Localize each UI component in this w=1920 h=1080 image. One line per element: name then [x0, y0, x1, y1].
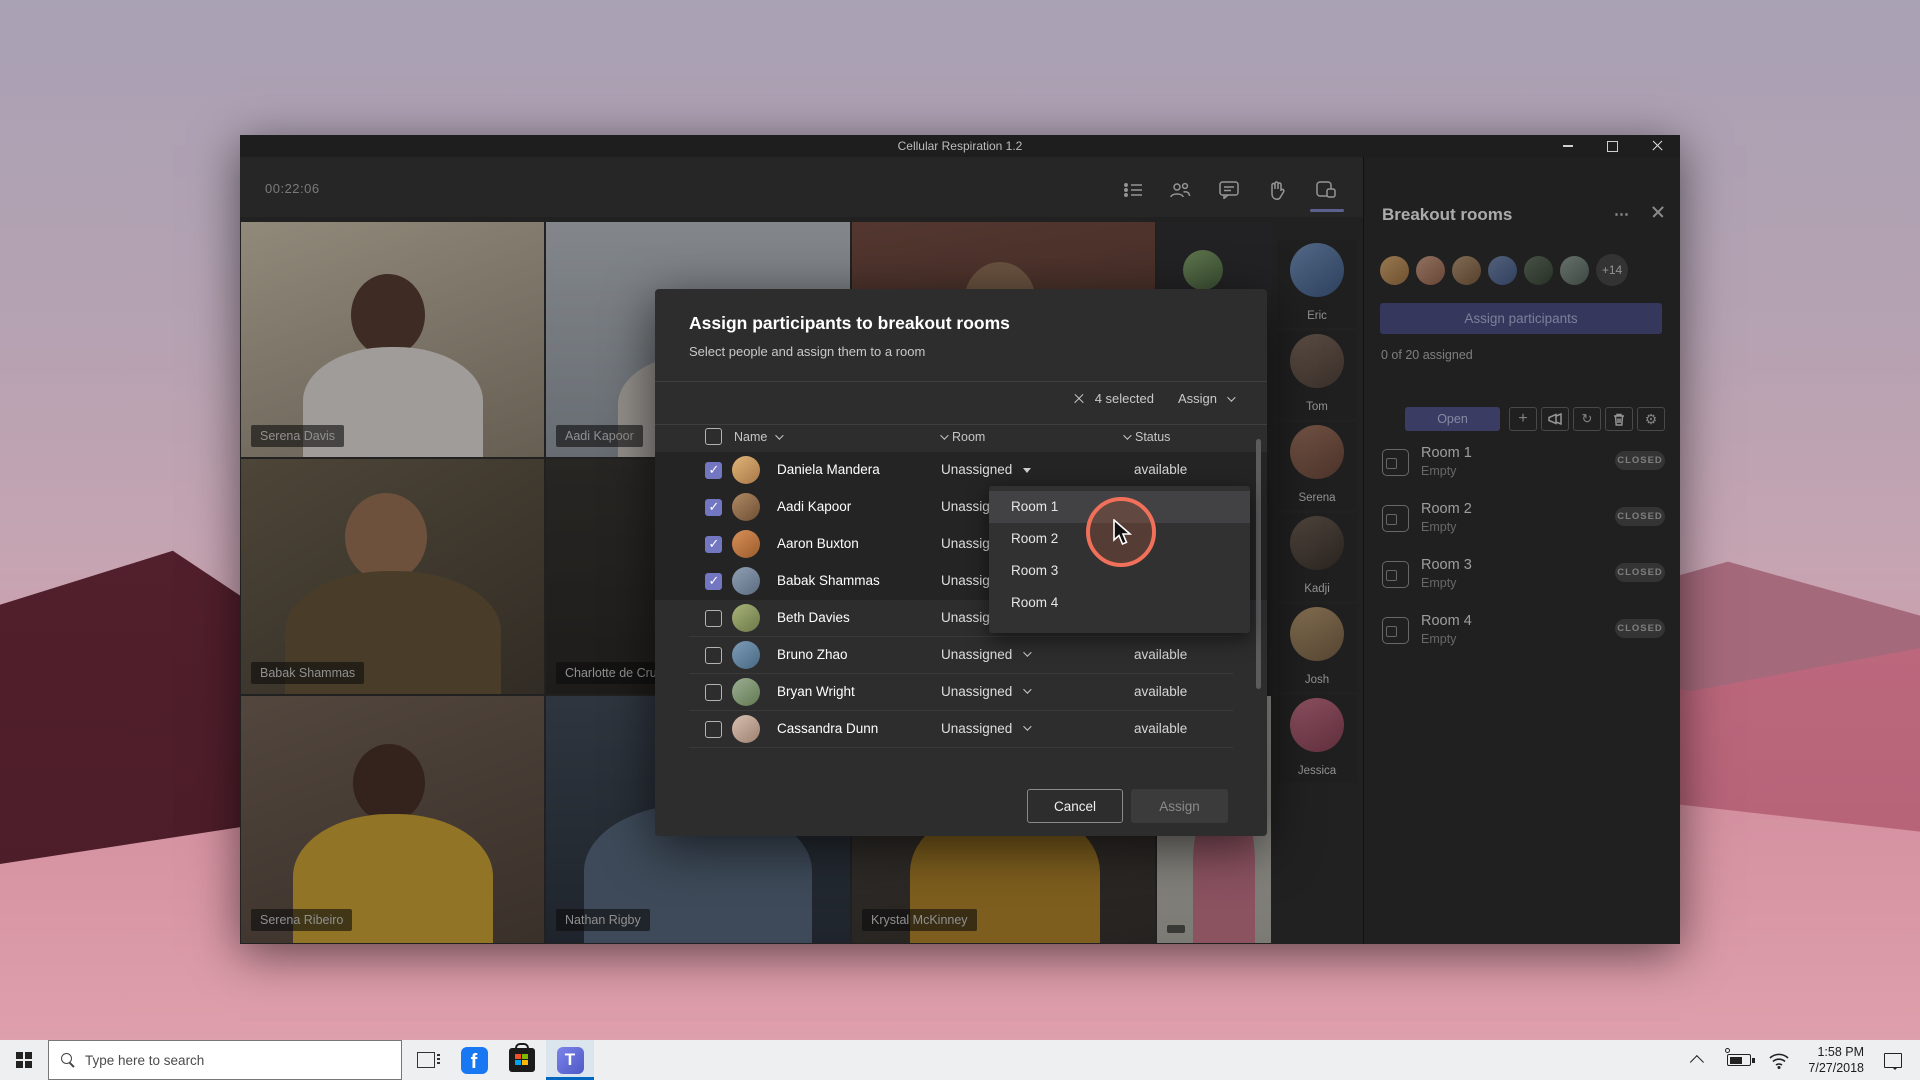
- participant-row[interactable]: Daniela Mandera Unassigned available: [655, 452, 1267, 489]
- avatar: [732, 493, 760, 521]
- participant-row[interactable]: Bruno Zhao Unassigned available: [655, 637, 1267, 674]
- teams-meeting-window: Cellular Respiration 1.2 00:22:06 Serena…: [240, 135, 1680, 944]
- row-checkbox[interactable]: [705, 573, 722, 590]
- search-placeholder: Type here to search: [85, 1052, 205, 1068]
- divider: [655, 381, 1267, 382]
- tray-time: 1:58 PM: [1817, 1045, 1864, 1059]
- room-select[interactable]: Unassigned: [941, 647, 1012, 662]
- row-checkbox[interactable]: [705, 610, 722, 627]
- avatar: [732, 567, 760, 595]
- chevron-down-icon: [1227, 392, 1236, 402]
- column-header-name[interactable]: Name: [734, 430, 785, 444]
- row-checkbox[interactable]: [705, 536, 722, 553]
- chevron-down-icon: [1023, 722, 1032, 731]
- column-header-room[interactable]: Room: [940, 430, 985, 444]
- network-tray-icon[interactable]: [1762, 1040, 1796, 1080]
- task-view-button[interactable]: [402, 1040, 450, 1080]
- dialog-title: Assign participants to breakout rooms: [689, 313, 1010, 333]
- start-button[interactable]: [0, 1040, 48, 1080]
- wifi-icon: [1769, 1053, 1789, 1069]
- taskbar-teams[interactable]: T: [546, 1040, 594, 1080]
- table-scrollbar[interactable]: [1256, 439, 1261, 689]
- chevron-down-icon: [1023, 648, 1032, 657]
- taskbar-search[interactable]: Type here to search: [48, 1040, 402, 1080]
- search-icon: [61, 1053, 75, 1067]
- avatar: [732, 641, 760, 669]
- hidden-icons-chevron[interactable]: [1682, 1040, 1716, 1080]
- select-all-checkbox[interactable]: [705, 428, 722, 445]
- chevron-down-icon: [1023, 685, 1032, 694]
- participant-row[interactable]: Cassandra Dunn Unassigned available: [655, 711, 1267, 748]
- window-titlebar[interactable]: Cellular Respiration 1.2: [240, 135, 1680, 157]
- caret-down-icon: [1023, 468, 1031, 473]
- avatar: [732, 456, 760, 484]
- tray-date: 7/27/2018: [1808, 1061, 1864, 1075]
- room-select[interactable]: Unassigned: [941, 462, 1012, 477]
- row-checkbox[interactable]: [705, 647, 722, 664]
- status-text: available: [1134, 647, 1188, 662]
- windows-logo-icon: [16, 1052, 32, 1068]
- teams-icon: T: [556, 1046, 584, 1074]
- cancel-button[interactable]: Cancel: [1027, 789, 1123, 823]
- maximize-button[interactable]: [1590, 135, 1635, 157]
- avatar: [732, 530, 760, 558]
- row-checkbox[interactable]: [705, 684, 722, 701]
- avatar: [732, 678, 760, 706]
- status-text: available: [1134, 721, 1188, 736]
- battery-icon: [1725, 1048, 1756, 1066]
- battery-tray-icon[interactable]: [1722, 1040, 1756, 1080]
- taskbar-clock[interactable]: 1:58 PM 7/27/2018: [1802, 1044, 1870, 1076]
- dialog-subtitle: Select people and assign them to a room: [689, 344, 926, 359]
- action-center-button[interactable]: [1876, 1040, 1910, 1080]
- assign-button[interactable]: Assign: [1131, 789, 1228, 823]
- chevron-down-icon: [775, 431, 785, 440]
- mouse-cursor: [1112, 518, 1138, 552]
- room-select[interactable]: Unassigned: [941, 721, 1012, 736]
- selected-count: 4 selected: [1094, 391, 1154, 406]
- taskbar-store[interactable]: [498, 1040, 546, 1080]
- task-view-icon: [417, 1052, 440, 1068]
- window-title: Cellular Respiration 1.2: [897, 139, 1023, 153]
- windows-taskbar: Type here to search f T 1:58 PM 7/27/201…: [0, 1040, 1920, 1080]
- facebook-icon: f: [460, 1046, 488, 1074]
- room-select[interactable]: Unassigned: [941, 684, 1012, 699]
- microsoft-store-icon: [509, 1043, 535, 1072]
- table-header: Name Room Status: [655, 425, 1267, 452]
- row-checkbox[interactable]: [705, 721, 722, 738]
- close-button[interactable]: [1635, 135, 1680, 157]
- meeting-content: 00:22:06 ⋯: [240, 157, 1680, 944]
- chevron-down-icon: [1123, 431, 1132, 440]
- status-text: available: [1134, 462, 1188, 477]
- dropdown-option[interactable]: Room 4: [989, 587, 1250, 619]
- taskbar-facebook[interactable]: f: [450, 1040, 498, 1080]
- row-checkbox[interactable]: [705, 499, 722, 516]
- column-header-status[interactable]: Status: [1123, 430, 1170, 444]
- desktop: Cellular Respiration 1.2 00:22:06 Serena…: [0, 0, 1920, 1080]
- clear-selection-icon[interactable]: [1073, 393, 1085, 405]
- notification-icon: [1884, 1052, 1902, 1070]
- participant-row[interactable]: Bryan Wright Unassigned available: [655, 674, 1267, 711]
- avatar: [732, 604, 760, 632]
- row-checkbox[interactable]: [705, 462, 722, 479]
- status-text: available: [1134, 684, 1188, 699]
- chevron-up-icon: [1690, 1055, 1705, 1070]
- minimize-button[interactable]: [1545, 135, 1590, 157]
- avatar: [732, 715, 760, 743]
- chevron-down-icon: [940, 431, 949, 440]
- assign-menu-button[interactable]: Assign: [1178, 391, 1217, 406]
